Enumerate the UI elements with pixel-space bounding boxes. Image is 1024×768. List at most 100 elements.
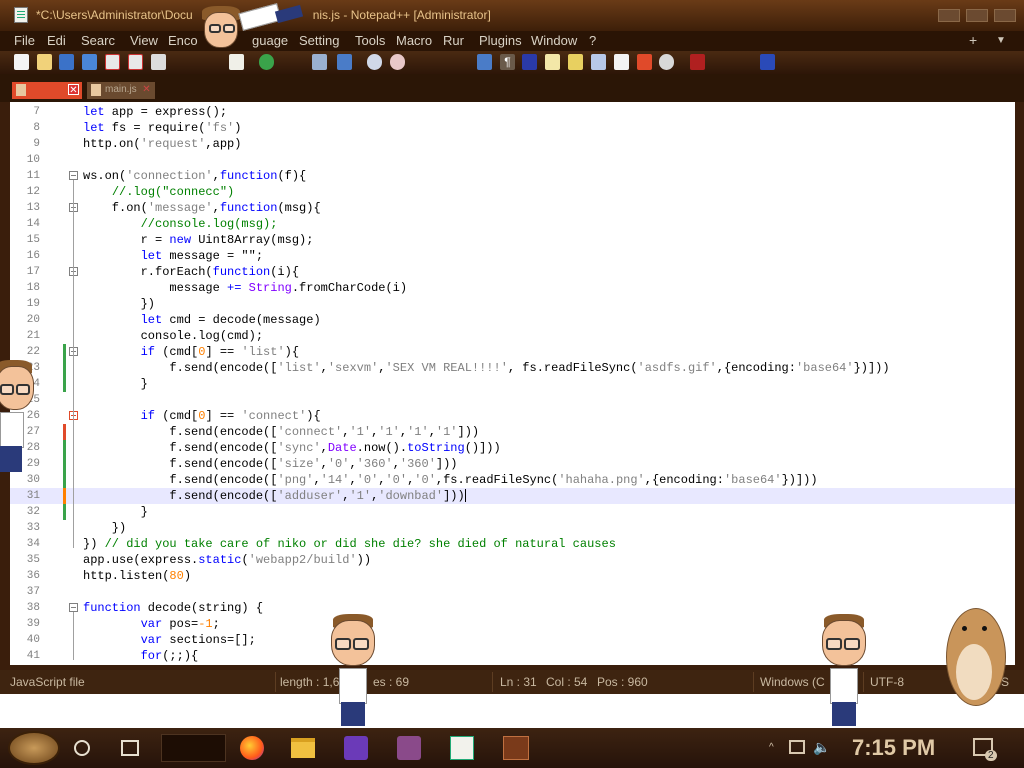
code-line[interactable]: 13 f.on('message',function(msg){ <box>10 200 1015 216</box>
code-line[interactable]: 9 http.on('request',app) <box>10 136 1015 152</box>
code-line[interactable]: 29 f.send(encode(['size','0','360','360'… <box>10 456 1015 472</box>
show-hidden-icons-icon[interactable]: ^ <box>769 742 779 753</box>
wrap-icon[interactable] <box>477 54 492 70</box>
line-number: 16 <box>26 250 40 262</box>
menu-edit[interactable]: Edi <box>47 33 66 48</box>
print-icon[interactable] <box>151 54 166 70</box>
code-line[interactable]: 14 //console.log(msg); <box>10 216 1015 232</box>
tab-list-dropdown-icon[interactable]: ▼ <box>996 35 1006 46</box>
code-line[interactable]: 25 <box>10 392 1015 408</box>
cortana-icon[interactable] <box>74 740 90 756</box>
start-button-icon[interactable] <box>8 731 60 765</box>
menu-tools[interactable]: Tools <box>355 33 385 48</box>
menu-help[interactable]: ? <box>589 33 596 48</box>
maximize-button[interactable] <box>966 9 988 22</box>
code-line[interactable]: 22 if (cmd[0] == 'list'){ <box>10 344 1015 360</box>
code-line[interactable]: 21 console.log(cmd); <box>10 328 1015 344</box>
menu-window[interactable]: Window <box>531 33 577 48</box>
redo-icon[interactable] <box>259 54 274 70</box>
code-text: http.on('request',app) <box>83 137 242 151</box>
menu-run[interactable]: Rur <box>443 33 464 48</box>
code-line[interactable]: 33 }) <box>10 520 1015 536</box>
code-line[interactable]: 11 ws.on('connection',function(f){ <box>10 168 1015 184</box>
user-lang-icon[interactable] <box>545 54 560 70</box>
menu-file[interactable]: File <box>14 33 35 48</box>
code-line[interactable]: 30 f.send(encode(['png','14','0','0','0'… <box>10 472 1015 488</box>
game-app-icon[interactable] <box>397 736 421 760</box>
code-line[interactable]: 7 let app = express(); <box>10 104 1015 120</box>
show-all-chars-icon[interactable]: ¶ <box>500 54 515 70</box>
network-icon[interactable] <box>789 740 805 754</box>
code-line[interactable]: 19 }) <box>10 296 1015 312</box>
save-icon[interactable] <box>59 54 74 70</box>
doc-map-icon[interactable] <box>568 54 583 70</box>
terminal-app-icon[interactable] <box>503 736 529 760</box>
code-editor[interactable]: 7 let app = express(); 8 let fs = require('… <box>10 102 1015 665</box>
zoom-out-icon[interactable] <box>390 54 405 70</box>
menu-view[interactable]: View <box>130 33 158 48</box>
replace-icon[interactable] <box>337 54 352 70</box>
fold-toggle-icon[interactable] <box>69 171 78 180</box>
code-line[interactable]: 15 r = new Uint8Array(msg); <box>10 232 1015 248</box>
code-line[interactable]: 36 http.listen(80) <box>10 568 1015 584</box>
minimize-button[interactable] <box>938 9 960 22</box>
taskbar-search-box[interactable] <box>161 734 226 762</box>
open-file-icon[interactable] <box>37 54 52 70</box>
code-text: f.on('message',function(msg){ <box>83 201 321 215</box>
line-number: 11 <box>26 170 40 182</box>
tab-close-icon[interactable]: ✕ <box>68 84 79 96</box>
record-macro-icon[interactable] <box>690 54 705 70</box>
taskbar-clock[interactable]: 7:15 PM <box>852 735 935 761</box>
menu-plugins[interactable]: Plugins <box>479 33 522 48</box>
view-icon[interactable] <box>659 54 674 70</box>
code-line[interactable]: 26 if (cmd[0] == 'connect'){ <box>10 408 1015 424</box>
close-all-icon[interactable] <box>128 54 143 70</box>
function-list-icon[interactable] <box>591 54 606 70</box>
paste-icon[interactable] <box>229 54 244 70</box>
code-line[interactable]: 37 <box>10 584 1015 600</box>
code-line[interactable]: 20 let cmd = decode(message) <box>10 312 1015 328</box>
code-line[interactable]: 16 let message = ""; <box>10 248 1015 264</box>
code-line[interactable]: 35 app.use(express.static('webapp2/build'… <box>10 552 1015 568</box>
run-macro-multiple-icon[interactable] <box>760 54 775 70</box>
code-line[interactable]: 31 f.send(encode(['adduser','1','downbad… <box>10 488 1015 504</box>
tab-current-file[interactable]: ✕ <box>12 82 82 99</box>
task-view-icon[interactable] <box>121 740 139 756</box>
fold-toggle-icon[interactable] <box>69 603 78 612</box>
code-line[interactable]: 10 <box>10 152 1015 168</box>
status-eol[interactable]: Windows (C <box>760 675 825 689</box>
code-line[interactable]: 28 f.send(encode(['sync',Date.now().toSt… <box>10 440 1015 456</box>
file-explorer-icon[interactable] <box>291 738 315 758</box>
find-icon[interactable] <box>312 54 327 70</box>
volume-icon[interactable]: 🔈 <box>813 739 830 755</box>
code-line[interactable]: 8 let fs = require('fs') <box>10 120 1015 136</box>
close-button[interactable] <box>994 9 1016 22</box>
menu-macro[interactable]: Macro <box>396 33 432 48</box>
tab-main-js[interactable]: main.js ✕ <box>87 82 155 99</box>
code-line[interactable]: 17 r.forEach(function(i){ <box>10 264 1015 280</box>
save-all-icon[interactable] <box>82 54 97 70</box>
folder-workspace-icon[interactable] <box>614 54 629 70</box>
code-line[interactable]: 32 } <box>10 504 1015 520</box>
indent-guide-icon[interactable] <box>522 54 537 70</box>
fold-guide <box>73 180 74 548</box>
code-line[interactable]: 27 f.send(encode(['connect','1','1','1',… <box>10 424 1015 440</box>
code-line[interactable]: 18 message += String.fromCharCode(i) <box>10 280 1015 296</box>
tab-close-icon[interactable]: ✕ <box>141 84 152 95</box>
code-line[interactable]: 23 f.send(encode(['list','sexvm','SEX VM… <box>10 360 1015 376</box>
close-file-icon[interactable] <box>105 54 120 70</box>
line-number: 21 <box>26 330 40 342</box>
menu-encoding[interactable]: Enco <box>168 33 198 48</box>
code-line[interactable]: 34}) // did you take care of niko or did… <box>10 536 1015 552</box>
file-tab-icon <box>91 84 101 96</box>
code-line[interactable]: 24 } <box>10 376 1015 392</box>
new-file-icon[interactable] <box>14 54 29 70</box>
firefox-icon[interactable] <box>240 736 264 760</box>
new-tab-plus-icon[interactable]: + <box>969 32 977 48</box>
code-line[interactable]: 12 //.log("connecc") <box>10 184 1015 200</box>
zoom-in-icon[interactable] <box>367 54 382 70</box>
notepad-plus-plus-taskbar-icon[interactable] <box>450 736 474 760</box>
monitoring-icon[interactable] <box>637 54 652 70</box>
visual-studio-icon[interactable] <box>344 736 368 760</box>
menu-search[interactable]: Searc <box>81 33 115 48</box>
